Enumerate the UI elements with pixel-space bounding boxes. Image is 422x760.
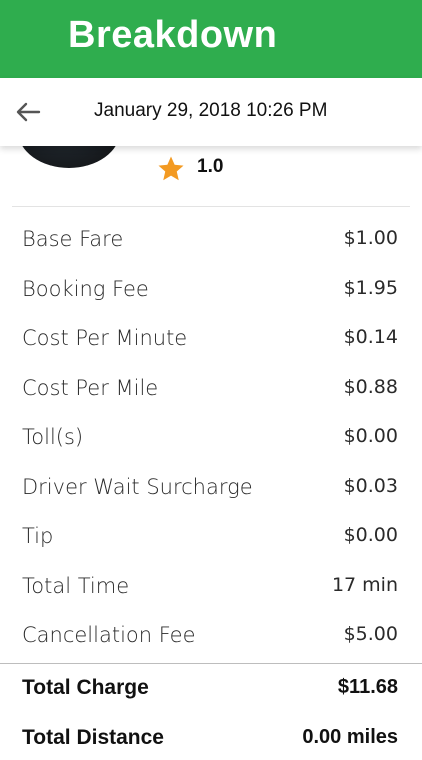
- divider: [12, 206, 410, 207]
- row-value: 17 min: [331, 573, 398, 596]
- row-label: Total Time: [22, 573, 130, 598]
- breakdown-row-cancellation-fee: Cancellation Fee $5.00: [0, 611, 422, 661]
- driver-info: 1.0: [0, 146, 422, 208]
- row-label: Cancellation Fee: [22, 623, 196, 647]
- row-label: Driver Wait Surcharge: [22, 474, 253, 499]
- totals-divider: [0, 663, 422, 664]
- breakdown-row-cost-per-minute: Cost Per Minute $0.14: [0, 314, 422, 364]
- breakdown-row-tip: Tip $0.00: [0, 512, 422, 562]
- breakdown-row-total-time: Total Time 17 min: [0, 562, 422, 612]
- total-charge-value: $11.68: [337, 676, 398, 698]
- breakdown-row-booking-fee: Booking Fee $1.95: [0, 265, 422, 315]
- header-banner: Breakdown: [0, 0, 422, 78]
- row-value: $0.00: [343, 425, 398, 447]
- total-distance-label: Total Distance: [22, 726, 164, 749]
- row-value: $0.14: [343, 326, 398, 348]
- breakdown-row-driver-wait-surcharge: Driver Wait Surcharge $0.03: [0, 463, 422, 513]
- row-label: Cost Per Minute: [22, 326, 188, 350]
- banner-title: Breakdown: [68, 14, 278, 56]
- row-label: Cost Per Mile: [22, 375, 159, 400]
- row-value: $0.00: [343, 524, 398, 546]
- row-value: $1.95: [343, 276, 398, 299]
- row-label: Toll(s): [22, 425, 84, 449]
- row-value: $0.03: [343, 474, 398, 497]
- row-value: $1.00: [343, 227, 398, 249]
- driver-avatar: [18, 146, 120, 168]
- total-charge-label: Total Charge: [22, 676, 149, 699]
- star-icon: [158, 156, 184, 181]
- fare-breakdown-list: Base Fare $1.00 Booking Fee $1.95 Cost P…: [0, 215, 422, 661]
- driver-rating: 1.0: [197, 156, 224, 177]
- trip-datetime: January 29, 2018 10:26 PM: [94, 100, 328, 121]
- total-distance-row: Total Distance 0.00 miles: [0, 720, 422, 760]
- row-value: $0.88: [343, 375, 398, 398]
- app-bar: January 29, 2018 10:26 PM: [0, 78, 422, 146]
- row-label: Tip: [22, 524, 54, 548]
- total-distance-value: 0.00 miles: [302, 726, 398, 748]
- arrow-back-icon: [16, 102, 41, 122]
- back-button[interactable]: [10, 94, 46, 130]
- row-value: $5.00: [343, 623, 398, 645]
- total-charge-row: Total Charge $11.68: [0, 670, 422, 710]
- breakdown-row-cost-per-mile: Cost Per Mile $0.88: [0, 364, 422, 414]
- row-label: Base Fare: [22, 227, 124, 251]
- breakdown-row-tolls: Toll(s) $0.00: [0, 413, 422, 463]
- breakdown-row-base-fare: Base Fare $1.00: [0, 215, 422, 265]
- row-label: Booking Fee: [22, 276, 149, 301]
